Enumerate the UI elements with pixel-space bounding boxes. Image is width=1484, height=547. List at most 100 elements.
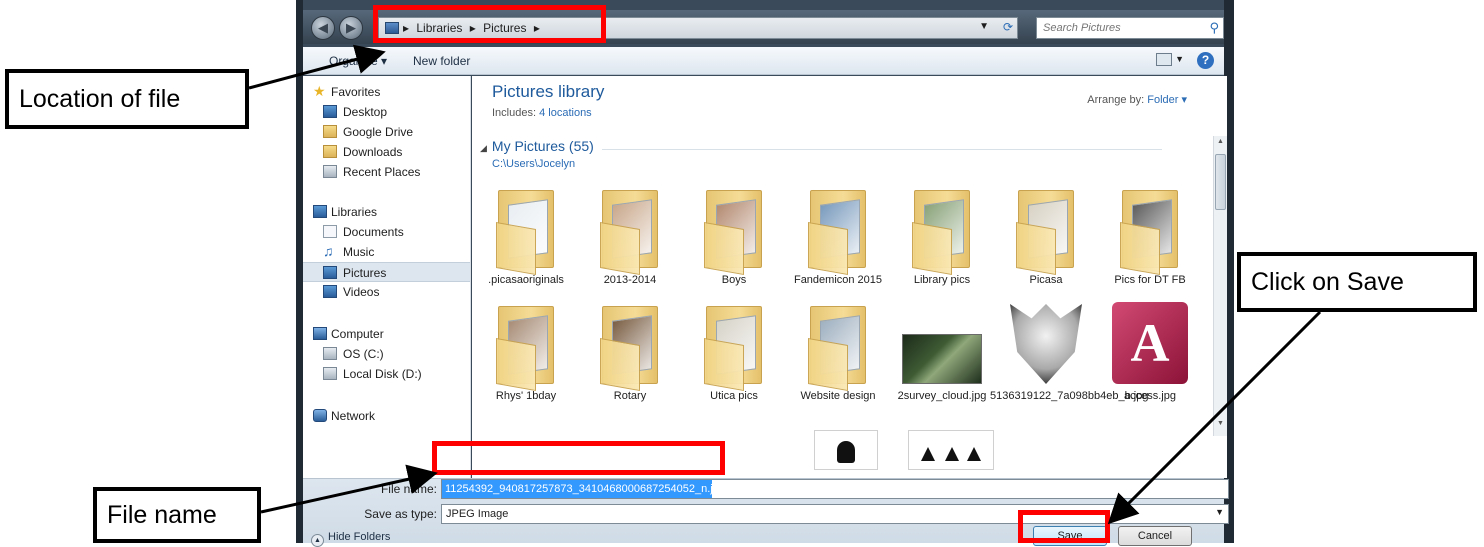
file-item-label: Rotary xyxy=(613,390,647,402)
file-item[interactable]: .picasaoriginals xyxy=(476,178,576,298)
file-item-label: Boys xyxy=(721,274,747,286)
file-item-label: Picasa xyxy=(1029,274,1063,286)
search-icon[interactable]: ⚲ xyxy=(1209,20,1219,36)
recent-places-icon xyxy=(323,165,337,178)
sidebar-item-computer[interactable]: Computer xyxy=(303,324,470,344)
includes-locations-link[interactable]: 4 locations xyxy=(539,107,592,119)
group-header[interactable]: ◢ My Pictures (55) xyxy=(480,138,1180,154)
group-path: C:\Users\Jocelyn xyxy=(492,158,576,170)
sidebar-item-recent-places[interactable]: Recent Places xyxy=(303,162,470,182)
scroll-down-icon[interactable]: ▼ xyxy=(1214,420,1227,434)
music-icon: ♫ xyxy=(323,243,334,259)
folder-icon xyxy=(808,178,870,276)
file-item[interactable]: Boys xyxy=(684,178,784,298)
highlight-file-name xyxy=(432,441,725,475)
sidebar-item-google-drive[interactable]: Google Drive xyxy=(303,122,470,142)
folder-icon xyxy=(496,178,558,276)
search-box[interactable]: ⚲ xyxy=(1036,17,1224,39)
view-options-dropdown-icon[interactable]: ▼ xyxy=(1175,54,1184,64)
callout-file-name: File name xyxy=(93,487,261,543)
star-icon: ★ xyxy=(313,83,326,99)
new-folder-button[interactable]: New folder xyxy=(413,54,470,68)
file-item[interactable]: Rhys' 1bday xyxy=(476,294,576,414)
folder-icon xyxy=(600,294,662,392)
callout-location-of-file: Location of file xyxy=(5,69,249,129)
sidebar-item-documents[interactable]: Documents xyxy=(303,222,470,242)
forward-button[interactable]: ▶ xyxy=(339,16,363,40)
sidebar-item-pictures[interactable]: Pictures xyxy=(303,262,470,282)
scrollbar-thumb[interactable] xyxy=(1215,154,1226,210)
file-item[interactable]: 2survey_cloud.jpg xyxy=(892,294,992,414)
save-as-type-select[interactable]: JPEG Image ▼ xyxy=(441,504,1229,524)
file-item-label: 2survey_cloud.jpg xyxy=(897,390,987,402)
scroll-up-icon[interactable]: ▲ xyxy=(1214,138,1227,152)
partial-image-thumbnail[interactable] xyxy=(908,430,994,470)
image-thumbnail xyxy=(996,294,1096,386)
toolbar: Organize ▾ New folder ▼ ? xyxy=(303,47,1224,75)
folder-icon xyxy=(912,178,974,276)
sidebar-item-desktop[interactable]: Desktop xyxy=(303,102,470,122)
file-name-label: File name: xyxy=(380,482,437,496)
save-as-type-label: Save as type: xyxy=(364,507,437,521)
folder-icon xyxy=(704,178,766,276)
drive-icon xyxy=(323,347,337,360)
refresh-icon[interactable]: ⟳ xyxy=(1003,20,1013,34)
file-item-label: Library pics xyxy=(913,274,971,286)
file-list-pane: Pictures library Includes: 4 locations A… xyxy=(472,76,1227,478)
file-item[interactable]: Aaccess.jpg xyxy=(1100,294,1200,414)
file-item-label: Website design xyxy=(800,390,876,402)
file-item-label: Pics for DT FB xyxy=(1114,274,1186,286)
sidebar-item-music[interactable]: ♫ Music xyxy=(303,242,470,262)
cancel-button[interactable]: Cancel xyxy=(1118,526,1192,546)
file-item[interactable]: Pics for DT FB xyxy=(1100,178,1200,298)
sidebar-item-favorites[interactable]: ★ Favorites xyxy=(303,82,470,102)
change-view-icon[interactable] xyxy=(1156,53,1172,66)
file-item[interactable]: 5136319122_7a098bb4eb_b.jpg xyxy=(990,294,1148,414)
sidebar-item-os-c[interactable]: OS (C:) xyxy=(303,344,470,364)
organize-button[interactable]: Organize ▾ xyxy=(329,54,387,68)
file-item-label: .picasaoriginals xyxy=(488,274,564,286)
back-button[interactable]: ◀ xyxy=(311,16,335,40)
highlight-save-button xyxy=(1018,510,1110,543)
file-item-label: access.jpg xyxy=(1124,390,1176,402)
vertical-scrollbar[interactable]: ▲ ▼ xyxy=(1213,136,1227,436)
pictures-icon xyxy=(323,266,337,279)
address-dropdown-icon[interactable]: ▼ xyxy=(979,21,989,32)
file-name-field[interactable] xyxy=(441,479,1229,499)
desktop-icon xyxy=(323,105,337,118)
file-item[interactable]: Rotary xyxy=(580,294,680,414)
sidebar-item-downloads[interactable]: Downloads xyxy=(303,142,470,162)
search-input[interactable] xyxy=(1037,18,1197,38)
hide-folders-button[interactable]: ▲ Hide Folders xyxy=(311,531,390,547)
collapse-icon: ▲ xyxy=(311,534,324,547)
file-item[interactable]: Picasa xyxy=(996,178,1096,298)
arrange-by: Arrange by: Folder ▾ xyxy=(1087,94,1187,106)
sidebar-item-videos[interactable]: Videos xyxy=(303,282,470,302)
sidebar-item-libraries[interactable]: Libraries xyxy=(303,202,470,222)
file-item-label: Utica pics xyxy=(710,390,758,402)
file-item-label: 2013-2014 xyxy=(603,274,657,286)
library-includes: Includes: 4 locations xyxy=(492,107,592,119)
help-icon[interactable]: ? xyxy=(1197,52,1214,69)
highlight-address-bar xyxy=(373,5,606,43)
file-name-input[interactable] xyxy=(442,480,1228,498)
folder-icon xyxy=(704,294,766,392)
file-item-label: 5136319122_7a098bb4eb_b.jpg xyxy=(990,390,1149,402)
arrange-by-dropdown[interactable]: Folder ▾ xyxy=(1147,94,1187,106)
file-item[interactable]: Website design xyxy=(788,294,888,414)
folder-icon xyxy=(496,294,558,392)
partial-image-thumbnail[interactable] xyxy=(814,430,878,470)
image-thumbnail: A xyxy=(1100,294,1200,386)
folder-icon xyxy=(600,178,662,276)
file-item-label: Fandemicon 2015 xyxy=(793,274,883,286)
file-item[interactable]: Fandemicon 2015 xyxy=(788,178,888,298)
image-thumbnail xyxy=(892,294,992,386)
file-item[interactable]: Library pics xyxy=(892,178,992,298)
file-item[interactable]: Utica pics xyxy=(684,294,784,414)
folder-icon xyxy=(1016,178,1078,276)
collapse-triangle-icon[interactable]: ◢ xyxy=(480,143,487,153)
sidebar-item-network[interactable]: Network xyxy=(303,406,470,426)
file-item[interactable]: 2013-2014 xyxy=(580,178,680,298)
chevron-down-icon[interactable]: ▼ xyxy=(1215,507,1224,517)
sidebar-item-local-disk-d[interactable]: Local Disk (D:) xyxy=(303,364,470,384)
